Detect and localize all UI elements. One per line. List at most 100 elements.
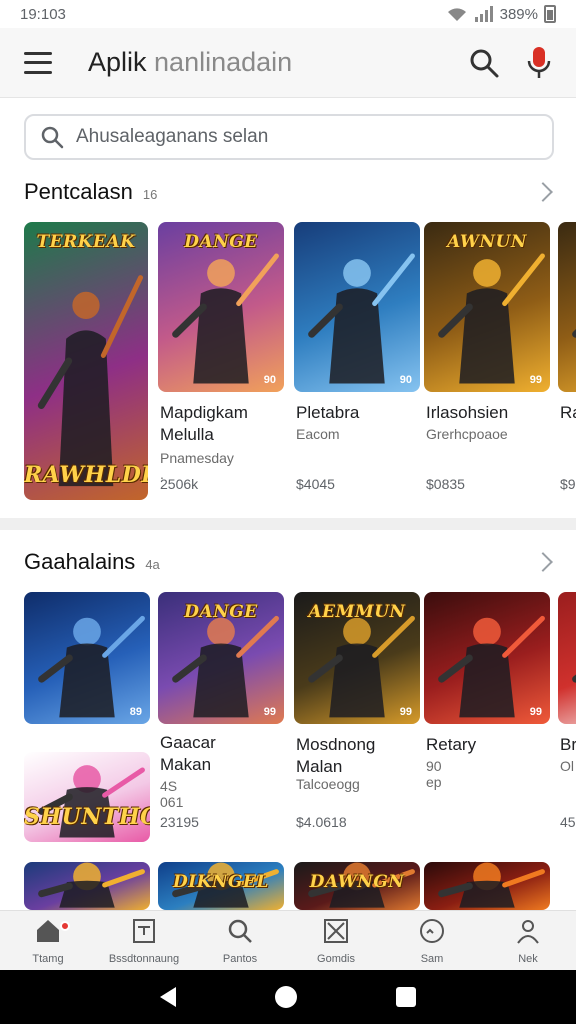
search-input[interactable] bbox=[76, 126, 516, 148]
system-navigation bbox=[0, 970, 576, 1024]
nav-label: Pantos bbox=[222, 952, 258, 965]
app-name: Gaacar Makan bbox=[160, 733, 216, 774]
thumbnail-title: DAWNGN bbox=[309, 872, 405, 892]
app-developer: Grerhcpoaoe bbox=[426, 426, 508, 442]
app-thumbnail[interactable] bbox=[24, 862, 150, 910]
search-icon[interactable] bbox=[468, 47, 500, 79]
app-thumbnail[interactable]: 89 bbox=[24, 592, 150, 724]
status-bar: 19:103 389% bbox=[0, 0, 576, 28]
app-thumbnail[interactable]: AEMMUN 99 bbox=[294, 592, 420, 724]
app-name: Br bbox=[560, 735, 576, 754]
library-icon bbox=[130, 917, 158, 950]
thumbnail-title: TERKEAK bbox=[36, 232, 136, 252]
face-icon bbox=[418, 917, 446, 950]
app-name: Retary bbox=[426, 735, 477, 754]
app-developer: Ol bbox=[560, 758, 574, 774]
section-title: Pentcalasn bbox=[24, 179, 133, 204]
app-row-3: DIKNGEL DAWNGN bbox=[24, 862, 576, 910]
rating-badge: 99 bbox=[529, 706, 542, 718]
app-thumbnail[interactable]: 99 bbox=[424, 592, 550, 724]
nav-item[interactable]: Bssdtonnaung bbox=[96, 911, 192, 970]
app-title: Aplik nanlinadain bbox=[88, 47, 468, 78]
app-name: Mosdnong Malan bbox=[296, 735, 376, 776]
app-name: Mapdigkam Melulla bbox=[160, 403, 248, 444]
search-icon bbox=[226, 917, 254, 950]
app-name: Pletabra bbox=[296, 403, 360, 422]
nav-item[interactable]: Gomdis bbox=[288, 911, 384, 970]
app-size: $4.0618 bbox=[296, 814, 347, 830]
app-developer: Talcoeogg bbox=[296, 776, 360, 792]
chevron-right-icon[interactable] bbox=[533, 552, 553, 572]
chevron-right-icon[interactable] bbox=[533, 182, 553, 202]
status-time: 19:103 bbox=[20, 5, 66, 23]
search-field-icon bbox=[41, 126, 64, 149]
rating-badge: 90 bbox=[263, 374, 276, 386]
app-size: 2506k bbox=[160, 476, 199, 492]
character-artwork bbox=[558, 222, 576, 392]
home-circle-icon[interactable] bbox=[274, 986, 297, 1008]
section-count: 4a bbox=[145, 556, 160, 572]
section-divider bbox=[0, 518, 576, 530]
app-bar: Aplik nanlinadain bbox=[0, 28, 576, 98]
character-artwork bbox=[24, 862, 150, 910]
rating-badge: 90 bbox=[399, 374, 412, 386]
rating-badge: 99 bbox=[399, 706, 412, 718]
app-title-main: Aplik bbox=[88, 47, 147, 77]
app-thumbnail[interactable] bbox=[558, 592, 576, 724]
recents-icon[interactable] bbox=[396, 987, 417, 1007]
app-thumbnail[interactable] bbox=[424, 862, 550, 910]
bottom-navigation: Ttamg Bssdtonnaung Pantos Gomdis Sam Nek bbox=[0, 910, 576, 970]
mic-icon[interactable] bbox=[526, 46, 552, 80]
app-size: $4045 bbox=[296, 476, 335, 492]
thumbnail-title: DANGE bbox=[184, 232, 258, 252]
nav-label: Sam bbox=[420, 952, 444, 965]
character-artwork bbox=[558, 592, 576, 724]
app-developer: 90 ep bbox=[426, 758, 442, 790]
thumbnail-title: DANGE bbox=[184, 602, 258, 622]
rating-badge: 99 bbox=[529, 374, 542, 386]
promo-thumbnail[interactable]: SHUNTHOX bbox=[24, 752, 150, 842]
nav-item[interactable]: Sam bbox=[384, 911, 480, 970]
nav-label: Gomdis bbox=[317, 952, 355, 965]
nav-item[interactable]: Pantos bbox=[192, 911, 288, 970]
menu-icon[interactable] bbox=[24, 51, 52, 74]
battery-icon bbox=[544, 5, 556, 23]
app-thumbnail[interactable]: DIKNGEL bbox=[158, 862, 284, 910]
person-icon bbox=[514, 917, 542, 950]
app-meta: 4S 061 bbox=[160, 778, 184, 810]
app-row-1: TERKEAK RAWHLDE DANGE 90 Mapdigkam Melulla P… bbox=[24, 222, 576, 502]
app-developer: Eacom bbox=[296, 426, 340, 442]
nav-label: Nek bbox=[518, 952, 538, 965]
app-row-2: 89 SHUNTHOX Gaacar Makan 4S 061 23195 DANGE… bbox=[24, 592, 576, 854]
app-thumbnail[interactable]: DAWNGN bbox=[294, 862, 420, 910]
wifi-icon bbox=[447, 8, 466, 21]
app-thumbnail[interactable] bbox=[558, 222, 576, 392]
character-artwork bbox=[24, 222, 148, 500]
app-thumbnail[interactable]: DANGE 99 bbox=[158, 592, 284, 724]
section-header-1: Pentcalasn 16 bbox=[24, 176, 556, 208]
thumbnail-caption: RAWHLDE bbox=[24, 462, 148, 488]
app-thumbnail[interactable]: AWNUN 99 bbox=[424, 222, 550, 392]
nav-item[interactable]: Nek bbox=[480, 911, 576, 970]
app-size: $9 bbox=[560, 476, 576, 492]
back-icon[interactable] bbox=[159, 987, 176, 1007]
search-bar[interactable] bbox=[24, 114, 554, 160]
rating-badge: 89 bbox=[129, 706, 142, 718]
app-thumbnail[interactable]: DANGE 90 bbox=[158, 222, 284, 392]
nav-item[interactable]: Ttamg bbox=[0, 911, 96, 970]
home-icon bbox=[34, 917, 62, 950]
character-artwork bbox=[424, 862, 550, 910]
app-name: Ra bbox=[560, 403, 576, 422]
nav-label: Bssdtonnaung bbox=[108, 952, 180, 965]
rating-badge: 99 bbox=[263, 706, 276, 718]
character-artwork bbox=[24, 592, 150, 724]
section-header-2: Gaahalains 4a bbox=[24, 546, 556, 578]
games-icon bbox=[322, 917, 350, 950]
app-thumbnail[interactable]: 90 bbox=[294, 222, 420, 392]
battery-percent: 389% bbox=[499, 5, 538, 23]
app-size: $0835 bbox=[426, 476, 465, 492]
app-thumbnail[interactable]: TERKEAK RAWHLDE bbox=[24, 222, 148, 500]
thumbnail-title: DIKNGEL bbox=[173, 872, 269, 892]
signal-icon bbox=[474, 6, 493, 22]
status-icons: 389% bbox=[446, 5, 556, 23]
